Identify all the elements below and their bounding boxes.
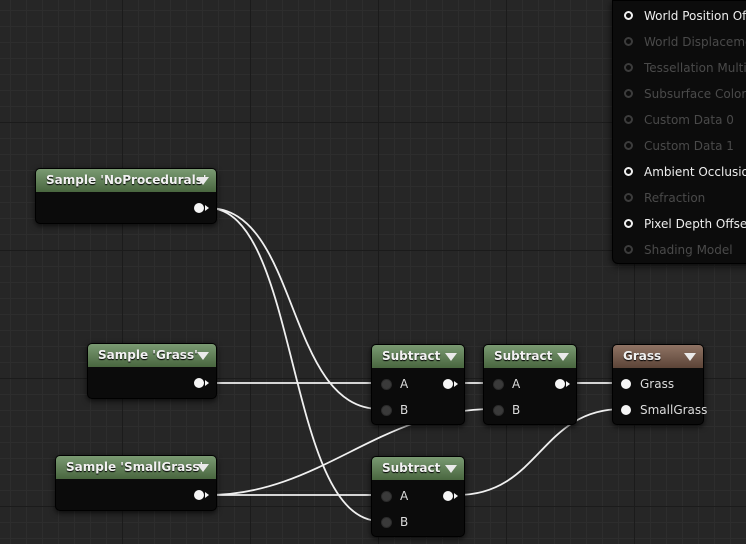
- input-label: Pixel Depth Offset: [644, 217, 746, 231]
- node-header[interactable]: Subtract: [372, 345, 464, 368]
- input-pin[interactable]: [624, 89, 633, 98]
- output-pin[interactable]: [194, 203, 204, 213]
- result-input-ambient-occlusion[interactable]: Ambient Occlusion: [623, 165, 746, 181]
- input-label-b: B: [400, 403, 409, 417]
- result-input-tessellation-multiplier[interactable]: Tessellation Multiplier: [623, 61, 746, 77]
- node-header[interactable]: Subtract: [372, 457, 464, 480]
- chevron-down-icon[interactable]: [557, 353, 569, 361]
- input-label-a: A: [512, 377, 521, 391]
- subtract-node-1[interactable]: Subtract A B: [371, 344, 465, 425]
- input-pin[interactable]: [624, 115, 633, 124]
- subtract-node-2[interactable]: Subtract A B: [483, 344, 577, 425]
- output-arrow-icon: [454, 381, 458, 387]
- node-title: Grass: [623, 349, 662, 363]
- input-label: Refraction: [644, 191, 706, 205]
- input-pin-a[interactable]: [381, 491, 392, 502]
- chevron-down-icon[interactable]: [445, 353, 457, 361]
- node-header[interactable]: Sample 'Grass': [88, 344, 216, 367]
- input-pin[interactable]: [624, 245, 633, 254]
- input-pin[interactable]: [624, 11, 633, 20]
- result-input-world-position-offset[interactable]: World Position Offset: [623, 9, 746, 25]
- output-arrow-icon: [205, 492, 209, 498]
- output-arrow-icon: [205, 380, 209, 386]
- input-label: Custom Data 0: [644, 113, 734, 127]
- input-label: Shading Model: [644, 243, 733, 257]
- input-label-a: A: [400, 377, 409, 391]
- subtract-node-3[interactable]: Subtract A B: [371, 456, 465, 537]
- result-input-subsurface-color[interactable]: Subsurface Color: [623, 87, 746, 103]
- output-arrow-icon: [205, 205, 209, 211]
- output-pin[interactable]: [194, 378, 204, 388]
- node-title: Sample 'Grass': [98, 348, 198, 362]
- input-label: Ambient Occlusion: [644, 165, 746, 179]
- sample-smallgrass-node[interactable]: Sample 'SmallGrass': [55, 455, 217, 511]
- input-label: Subsurface Color: [644, 87, 746, 101]
- chevron-down-icon[interactable]: [197, 464, 209, 472]
- output-pin[interactable]: [194, 490, 204, 500]
- material-result-node[interactable]: World Position Offset World Displacement…: [612, 0, 746, 264]
- result-input-shading-model[interactable]: Shading Model: [623, 243, 746, 259]
- input-label: World Displacement: [644, 35, 746, 49]
- input-pin-b[interactable]: [381, 517, 392, 528]
- node-title: Sample 'SmallGrass': [66, 460, 204, 474]
- node-title: Sample 'NoProcedurals': [46, 173, 207, 187]
- input-pin-a[interactable]: [381, 379, 392, 390]
- output-arrow-icon: [454, 493, 458, 499]
- input-pin-a[interactable]: [493, 379, 504, 390]
- input-label: Custom Data 1: [644, 139, 734, 153]
- output-pin[interactable]: [555, 379, 565, 389]
- node-header[interactable]: Subtract: [484, 345, 576, 368]
- wire-noprocedurals-to-subtract3-b: [207, 207, 381, 522]
- input-label-b: B: [512, 403, 521, 417]
- result-input-custom-data-0[interactable]: Custom Data 0: [623, 113, 746, 129]
- node-header[interactable]: Grass: [613, 345, 703, 368]
- input-pin[interactable]: [624, 193, 633, 202]
- input-pin[interactable]: [624, 167, 633, 176]
- result-input-pixel-depth-offset[interactable]: Pixel Depth Offset: [623, 217, 746, 233]
- output-arrow-icon: [566, 381, 570, 387]
- sample-grass-node[interactable]: Sample 'Grass': [87, 343, 217, 399]
- input-pin-grass[interactable]: [621, 379, 631, 389]
- grass-output-node[interactable]: Grass Grass SmallGrass: [612, 344, 708, 425]
- chevron-down-icon[interactable]: [445, 465, 457, 473]
- input-label-grass: Grass: [640, 377, 675, 391]
- chevron-down-icon[interactable]: [197, 352, 209, 360]
- chevron-down-icon[interactable]: [684, 353, 696, 361]
- result-input-custom-data-1[interactable]: Custom Data 1: [623, 139, 746, 155]
- input-label-b: B: [400, 515, 409, 529]
- wire-noprocedurals-to-subtract1-b: [207, 207, 381, 410]
- input-pin-b[interactable]: [493, 405, 504, 416]
- input-pin[interactable]: [624, 141, 633, 150]
- input-pin[interactable]: [624, 219, 633, 228]
- node-header[interactable]: Sample 'NoProcedurals': [36, 169, 216, 192]
- chevron-down-icon[interactable]: [197, 177, 209, 185]
- input-pin-smallgrass[interactable]: [621, 405, 631, 415]
- input-pin[interactable]: [624, 63, 633, 72]
- output-pin[interactable]: [443, 491, 453, 501]
- node-header[interactable]: Sample 'SmallGrass': [56, 456, 216, 479]
- input-pin[interactable]: [624, 37, 633, 46]
- input-label: Tessellation Multiplier: [644, 61, 746, 75]
- sample-noprocedurals-node[interactable]: Sample 'NoProcedurals': [35, 168, 217, 224]
- input-label: World Position Offset: [644, 9, 746, 23]
- result-input-refraction[interactable]: Refraction: [623, 191, 746, 207]
- output-pin[interactable]: [443, 379, 453, 389]
- material-graph-canvas[interactable]: Sample 'NoProcedurals' Sample 'Grass' Sa…: [0, 0, 746, 544]
- node-title: Subtract: [382, 349, 441, 363]
- input-label-smallgrass: SmallGrass: [640, 403, 708, 417]
- input-label-a: A: [400, 489, 409, 503]
- node-title: Subtract: [494, 349, 553, 363]
- result-input-world-displacement[interactable]: World Displacement: [623, 35, 746, 51]
- input-pin-b[interactable]: [381, 405, 392, 416]
- node-title: Subtract: [382, 461, 441, 475]
